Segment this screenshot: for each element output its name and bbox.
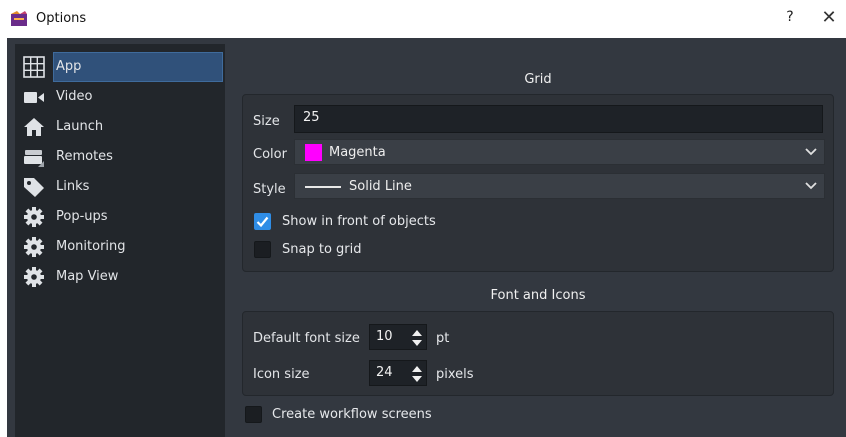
icon-size-unit: pixels bbox=[436, 367, 474, 382]
spin-arrows-icon[interactable] bbox=[410, 363, 424, 385]
sidebar-item-label: Links bbox=[56, 179, 90, 194]
create-workflow-checkbox[interactable] bbox=[245, 406, 262, 423]
show-front-checkbox[interactable] bbox=[254, 213, 271, 230]
help-button[interactable]: ? bbox=[780, 9, 800, 29]
chevron-down-icon bbox=[805, 182, 817, 190]
gear-icon bbox=[24, 237, 44, 257]
snap-to-grid-label[interactable]: Snap to grid bbox=[282, 242, 362, 257]
options-body: App Video Launch Remotes Links Pop-ups M… bbox=[7, 38, 846, 437]
spin-arrows-icon[interactable] bbox=[410, 327, 424, 349]
gear-icon bbox=[24, 267, 44, 287]
font-icons-section-title: Font and Icons bbox=[490, 288, 586, 303]
color-swatch bbox=[305, 144, 322, 161]
sidebar-item-remotes[interactable]: Remotes bbox=[15, 142, 225, 172]
grid-group: Size 25 Color Magenta Style Solid Line S… bbox=[242, 94, 834, 272]
sidebar-item-label: Pop-ups bbox=[56, 209, 108, 224]
sidebar-item-label: Remotes bbox=[56, 149, 113, 164]
app-logo-icon bbox=[11, 11, 27, 26]
sidebar-item-label: App bbox=[56, 59, 82, 74]
icon-size-value: 24 bbox=[376, 365, 393, 380]
checkmark-icon bbox=[256, 216, 269, 228]
chevron-down-icon bbox=[805, 148, 817, 156]
font-size-unit: pt bbox=[436, 331, 450, 346]
sidebar-item-label: Launch bbox=[56, 119, 104, 134]
sidebar-item-pop-ups[interactable]: Pop-ups bbox=[15, 202, 225, 232]
sidebar: App Video Launch Remotes Links Pop-ups M… bbox=[15, 44, 225, 437]
size-label: Size bbox=[253, 114, 280, 129]
snap-to-grid-checkbox[interactable] bbox=[254, 241, 271, 258]
sidebar-item-app[interactable]: App bbox=[15, 52, 225, 82]
color-value: Magenta bbox=[329, 145, 386, 160]
icon-size-label: Icon size bbox=[253, 367, 310, 382]
remote-icon bbox=[24, 150, 44, 167]
icon-size-spinbox[interactable]: 24 bbox=[369, 360, 427, 386]
sidebar-item-links[interactable]: Links bbox=[15, 172, 225, 202]
sidebar-item-label: Monitoring bbox=[56, 239, 126, 254]
sidebar-item-label: Map View bbox=[56, 269, 119, 284]
size-input[interactable]: 25 bbox=[294, 105, 823, 133]
style-value: Solid Line bbox=[349, 179, 412, 194]
font-size-value: 10 bbox=[376, 329, 393, 344]
style-select[interactable]: Solid Line bbox=[294, 173, 825, 199]
grid-section-title: Grid bbox=[524, 72, 552, 87]
font-icons-group: Default font size 10 pt Icon size 24 pix… bbox=[242, 311, 834, 396]
sidebar-item-label: Video bbox=[56, 89, 93, 104]
style-label: Style bbox=[253, 182, 286, 197]
grid-icon bbox=[23, 56, 45, 78]
color-select[interactable]: Magenta bbox=[294, 139, 825, 165]
color-label: Color bbox=[253, 147, 287, 162]
tag-icon bbox=[24, 178, 44, 197]
sidebar-item-map-view[interactable]: Map View bbox=[15, 262, 225, 292]
title-bar: Options ? ✕ bbox=[0, 0, 846, 38]
font-size-spinbox[interactable]: 10 bbox=[369, 324, 427, 350]
font-size-label: Default font size bbox=[253, 331, 360, 346]
sidebar-item-monitoring[interactable]: Monitoring bbox=[15, 232, 225, 262]
sidebar-item-launch[interactable]: Launch bbox=[15, 112, 225, 142]
show-front-label[interactable]: Show in front of objects bbox=[282, 214, 436, 229]
sidebar-item-video[interactable]: Video bbox=[15, 82, 225, 112]
create-workflow-label[interactable]: Create workflow screens bbox=[272, 407, 432, 422]
gear-icon bbox=[24, 207, 44, 227]
close-button[interactable]: ✕ bbox=[818, 7, 840, 31]
video-camera-icon bbox=[24, 92, 44, 103]
window-title: Options bbox=[36, 11, 87, 26]
line-style-preview bbox=[305, 186, 341, 188]
home-icon bbox=[24, 118, 44, 136]
